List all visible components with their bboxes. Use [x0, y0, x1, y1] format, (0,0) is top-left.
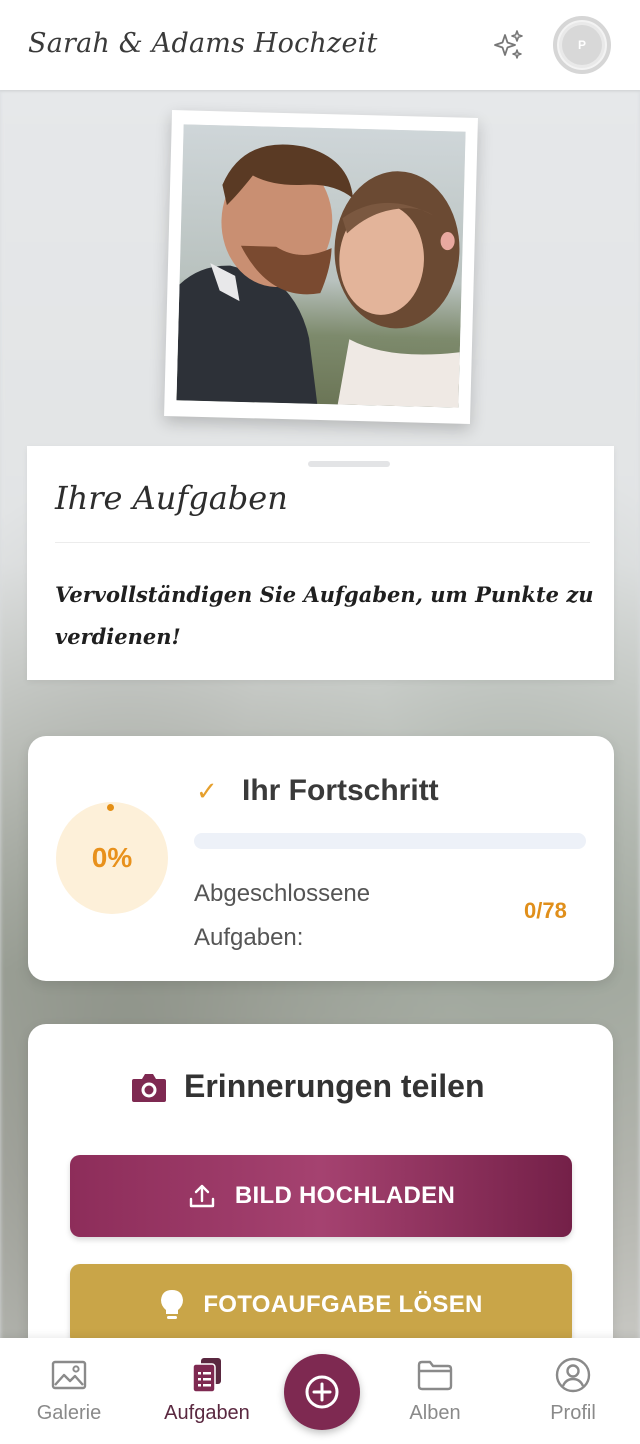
- upload-image-button[interactable]: BILD HOCHLADEN: [70, 1155, 572, 1237]
- nav-item-alben[interactable]: Alben: [380, 1356, 490, 1425]
- add-button[interactable]: [284, 1354, 360, 1430]
- lightbulb-icon: [161, 1290, 184, 1319]
- progress-ring: 0%: [56, 802, 168, 914]
- avatar-initial: P: [562, 25, 602, 65]
- nav-label-alben: Alben: [409, 1402, 461, 1424]
- nav-item-profil[interactable]: Profil: [518, 1356, 628, 1425]
- progress-ring-indicator: [107, 804, 114, 811]
- progress-title: Ihr Fortschritt: [242, 774, 439, 807]
- completed-tasks-label: Abgeschlossene Aufgaben:: [194, 880, 371, 951]
- share-memories-card: Erinnerungen teilen BILD HOCHLADEN FOTOA…: [28, 1024, 613, 1364]
- upload-image-label: BILD HOCHLADEN: [234, 1182, 456, 1209]
- couple-photo: [176, 124, 466, 408]
- progress-percent: 0%: [91, 842, 133, 873]
- avatar[interactable]: P: [553, 16, 611, 74]
- app-header: Sarah & Adams Hochzeit P: [0, 0, 640, 90]
- camera-icon: [132, 1073, 166, 1102]
- image-icon: [51, 1360, 87, 1390]
- couple-photo-frame: [164, 110, 478, 424]
- sparkles-icon[interactable]: [490, 27, 526, 63]
- tasks-header-card: Ihre Aufgaben Vervollständigen Sie Aufga…: [27, 446, 614, 680]
- solve-photo-task-button[interactable]: FOTOAUFGABE LÖSEN: [70, 1264, 572, 1346]
- plus-circle-icon: [305, 1375, 339, 1409]
- nav-item-galerie[interactable]: Galerie: [14, 1356, 124, 1425]
- progress-card: 0% ✓ Ihr Fortschritt Abgeschlossene Aufg…: [28, 736, 614, 981]
- share-title: Erinnerungen teilen: [184, 1068, 485, 1104]
- divider: [55, 542, 590, 543]
- progress-bar: [194, 833, 586, 849]
- share-header: Erinnerungen teilen: [130, 1068, 484, 1105]
- completed-tasks-count: 0/78: [524, 898, 567, 923]
- check-icon: ✓: [196, 776, 218, 806]
- upload-icon: [189, 1184, 215, 1208]
- tasks-icon: [192, 1358, 221, 1393]
- solve-photo-task-label: FOTOAUFGABE LÖSEN: [203, 1291, 483, 1318]
- drag-handle[interactable]: [308, 461, 390, 467]
- tasks-title: Ihre Aufgaben: [55, 479, 288, 517]
- event-title: Sarah & Adams Hochzeit: [28, 28, 378, 59]
- user-circle-icon: [555, 1357, 591, 1393]
- nav-label-profil: Profil: [550, 1402, 596, 1424]
- tasks-subtitle: Vervollständigen Sie Aufgaben, um Punkte…: [55, 582, 594, 649]
- nav-item-aufgaben[interactable]: Aufgaben: [152, 1356, 262, 1425]
- bottom-navigation: Galerie Aufgaben Alben Profil: [0, 1338, 640, 1444]
- nav-label-aufgaben: Aufgaben: [164, 1402, 250, 1424]
- folder-icon: [417, 1360, 453, 1391]
- nav-label-galerie: Galerie: [36, 1402, 102, 1424]
